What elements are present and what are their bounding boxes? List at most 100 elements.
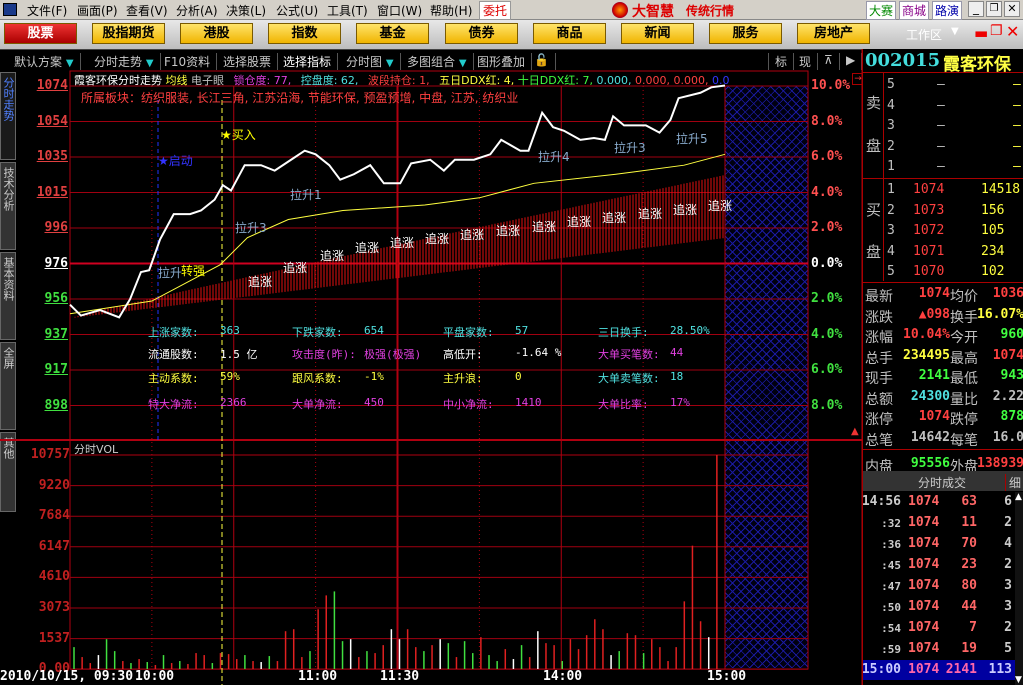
tick-volume: 23	[961, 557, 977, 572]
ddx5: 五日DDX红: 4,	[439, 74, 515, 87]
close-button[interactable]: ✕	[1004, 1, 1020, 17]
tick-price: 1074	[908, 557, 940, 572]
sell-label: 盘	[866, 137, 882, 155]
ticks-scrollbar[interactable]: ▲ ▼	[1015, 492, 1023, 685]
tick-count: 2	[1004, 620, 1012, 635]
scroll-up-icon[interactable]: ▲	[1015, 492, 1022, 502]
price: 1072	[913, 223, 945, 239]
sell-row: 1 — —	[863, 157, 1023, 177]
field-label: 今开	[950, 330, 978, 346]
volume: 14518	[981, 182, 1021, 197]
price-tick: 917	[44, 362, 68, 377]
chase-signal: 追涨	[355, 241, 380, 255]
link-mall[interactable]: 商城	[899, 1, 930, 20]
level: 4	[887, 243, 895, 259]
panel-minimize-icon[interactable]: ▬	[974, 24, 988, 42]
tick-time: 14:56	[861, 494, 901, 509]
tick-time: 15:00	[861, 662, 901, 677]
price-tick: 956	[44, 291, 68, 306]
field-value: 138939	[977, 456, 1023, 471]
pull-signal: 拉升3	[235, 221, 267, 235]
quote-field-row: 涨停 1074 跌停 878	[863, 407, 1023, 428]
field-label: 涨跌	[865, 309, 893, 326]
scroll-down-icon[interactable]: ▼	[1015, 675, 1022, 685]
price-tick: 937	[44, 326, 68, 342]
volume-tick: 10757	[30, 447, 70, 462]
buy-row: 3 1072 105	[863, 221, 1023, 241]
tick-time: :45	[881, 559, 901, 572]
chase-signal: 追涨	[460, 228, 485, 242]
lock-degree: 锁仓度: 77,	[233, 74, 292, 87]
link-roadshow[interactable]: 路演	[932, 1, 963, 20]
field-label: 最低	[950, 371, 978, 387]
time-tick: 14:00	[543, 669, 583, 684]
tick-volume: 80	[961, 578, 977, 593]
volume-tick: 7684	[38, 508, 70, 524]
panel-close-icon[interactable]: ✕	[1006, 22, 1019, 41]
percent-tick: 4.0%	[811, 326, 843, 342]
eye-toggle[interactable]: 电子眼	[191, 74, 224, 87]
level: 4	[887, 97, 895, 113]
percent-tick: 8.0%	[811, 397, 843, 413]
tick-row: :47 1074 80 3	[863, 576, 1015, 596]
field-value: 24300	[910, 388, 950, 404]
price-tick: 1054	[36, 113, 68, 129]
stat-value: 450	[364, 396, 384, 409]
panel-restore-icon[interactable]: ❐	[990, 23, 1003, 39]
stat-value: 1410	[515, 396, 542, 409]
buy-row: 2 1073 156	[863, 201, 1023, 221]
link-contest[interactable]: 大赛	[866, 1, 897, 20]
quote-panel: 002015 霞客环保 5— —4— —3— —2— —1— — 卖盘 1 1074 14518 2…	[862, 49, 1023, 685]
volume: —	[1013, 77, 1021, 92]
field-value: 14642	[910, 429, 950, 445]
start-signal: ★启动	[158, 154, 193, 168]
minimize-button[interactable]: _	[968, 1, 984, 17]
stat-value: 18	[670, 370, 684, 383]
chase-signal: 追涨	[673, 203, 698, 217]
tick-volume: 63	[961, 494, 977, 509]
workspace-label[interactable]: 工作区	[906, 26, 942, 43]
field-value: 878	[1000, 409, 1023, 424]
field-value: 1036	[992, 286, 1023, 301]
chase-signal: 追涨	[602, 211, 627, 225]
field-label: 涨幅	[865, 330, 893, 346]
chase-signal: 追涨	[567, 215, 592, 229]
volume: —	[1013, 97, 1021, 113]
ma-toggle[interactable]: 均线	[166, 74, 188, 87]
strengthen-signal: 转强	[181, 264, 206, 278]
percent-tick: 6.0%	[811, 362, 843, 377]
ddx-value-1: 0.000,	[596, 74, 632, 87]
ticks-detail-button[interactable]: 细	[1005, 474, 1021, 491]
volume: —	[1013, 138, 1021, 154]
volume-tick: 1537	[38, 630, 70, 646]
buy-signal: ★买入	[221, 128, 256, 142]
buy-row: 1 1074 14518	[863, 180, 1023, 200]
scroll-up-icon[interactable]: ▲	[851, 426, 859, 437]
tick-row: :59 1074 19 5	[863, 639, 1015, 659]
ddx-value-3: 0.000,	[673, 74, 709, 87]
restore-button[interactable]: ❐	[986, 1, 1002, 17]
field-label: 最新	[865, 289, 893, 305]
workspace-dropdown-icon[interactable]: ▼	[951, 26, 959, 37]
tick-row: :32 1074 11 2	[863, 513, 1015, 533]
chase-signal: 追涨	[425, 232, 450, 246]
buy-label: 盘	[866, 243, 882, 261]
tick-row: :45 1074 23 2	[863, 555, 1015, 575]
level: 2	[887, 202, 895, 218]
tick-count: 2	[1004, 557, 1012, 572]
chase-signal: 追涨	[532, 220, 557, 234]
percent-tick: 4.0%	[811, 184, 843, 200]
field-label: 总手	[865, 350, 893, 367]
chart-header: 霞客环保分时走势 均线 电子眼 锁仓度: 77, 控盘度: 62, 波段持仓: …	[74, 72, 729, 88]
stat-value: 44	[670, 346, 684, 359]
chase-signal: 追涨	[248, 275, 273, 289]
quote-field-row: 总笔 14642 每笔 16.0	[863, 428, 1023, 449]
ddx10: 十日DDX红: 7,	[517, 74, 593, 87]
time-tick: 10:00	[135, 669, 175, 684]
tick-time: :59	[881, 643, 901, 656]
sell-row: 3 — —	[863, 116, 1023, 136]
chase-signal: 追涨	[320, 249, 345, 263]
stat-label: 大单净流:	[292, 398, 343, 411]
buy-row: 4 1071 234	[863, 242, 1023, 262]
stat-label: 大单比率:	[598, 398, 649, 411]
